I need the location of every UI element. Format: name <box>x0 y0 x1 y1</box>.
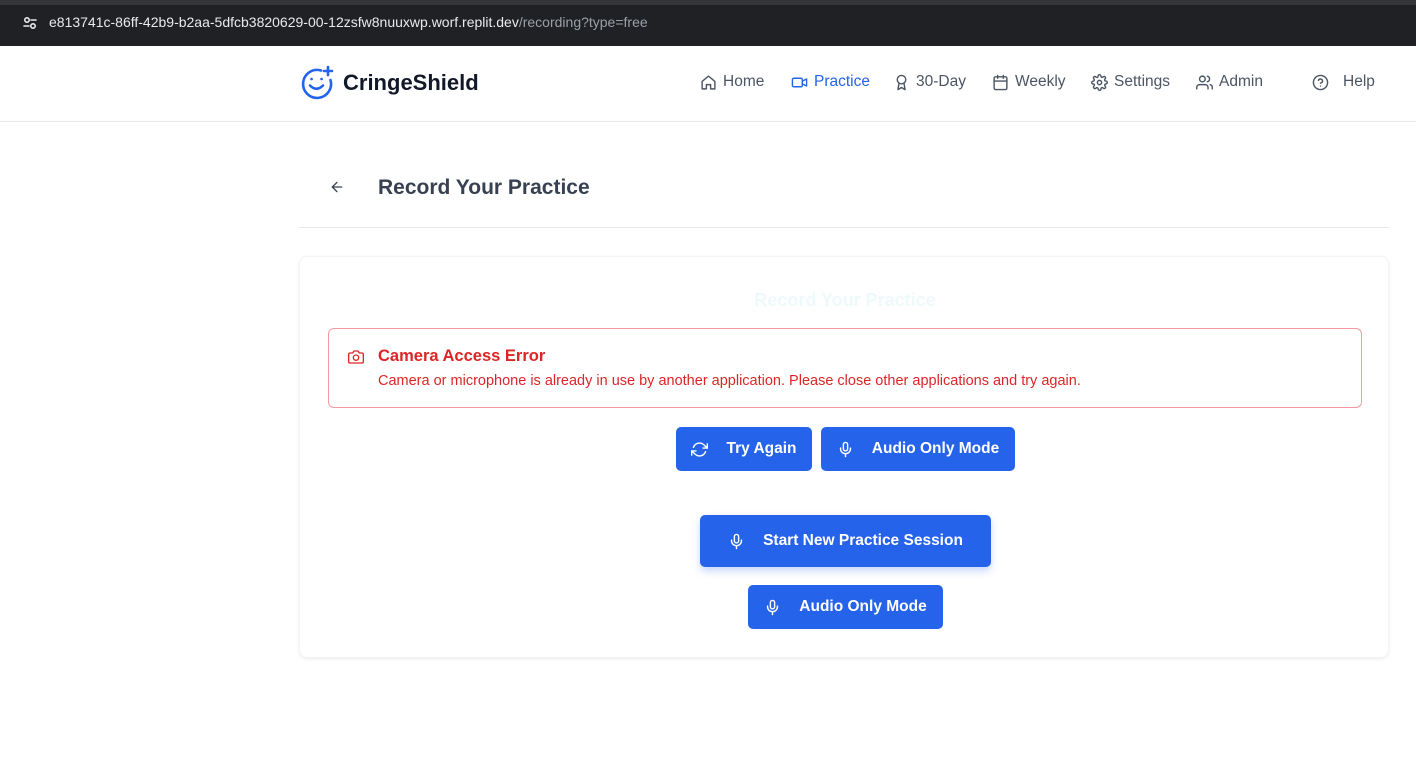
calendar-icon <box>993 74 1008 90</box>
start-session-label: Start New Practice Session <box>763 532 963 549</box>
page-title: Record Your Practice <box>378 176 590 199</box>
audio-only-mode-label: Audio Only Mode <box>871 440 1000 457</box>
arrow-left-icon <box>331 181 343 193</box>
nav-item-help[interactable]: Help <box>1312 73 1375 91</box>
camera-icon <box>348 349 364 365</box>
tune-icon[interactable] <box>20 13 40 33</box>
microphone-icon <box>728 533 745 550</box>
nav-item-label: Home <box>723 73 765 90</box>
url-text[interactable]: e813741c-86ff-42b9-b2aa-5dfcb3820629-00-… <box>49 14 648 30</box>
nav-item-label: Practice <box>814 73 870 90</box>
back-button[interactable] <box>329 179 349 199</box>
refresh-icon <box>691 441 709 458</box>
try-again-label: Try Again <box>726 440 797 457</box>
url-host: e813741c-86ff-42b9-b2aa-5dfcb3820629-00-… <box>49 14 519 30</box>
audio-only-mode-button[interactable]: Audio Only Mode <box>821 427 1015 471</box>
try-again-button[interactable]: Try Again <box>676 427 812 471</box>
card-faded-title: Record Your Practice <box>754 290 936 310</box>
camera-error-alert: Camera Access Error Camera or microphone… <box>328 328 1362 408</box>
nav-item-30-day[interactable]: 30-Day <box>893 73 966 91</box>
gear-icon <box>1091 73 1108 91</box>
main-nav: Home Practice 30-Day Weekly Settings Adm… <box>0 73 1416 97</box>
nav-item-label: Settings <box>1114 73 1171 90</box>
help-circle-icon <box>1312 74 1329 90</box>
nav-item-label: Admin <box>1219 73 1263 90</box>
award-icon <box>896 74 907 90</box>
nav-item-weekly[interactable]: Weekly <box>992 73 1066 91</box>
microphone-icon <box>837 441 854 458</box>
start-new-practice-session-button[interactable]: Start New Practice Session <box>700 515 991 567</box>
error-message: Camera or microphone is already in use b… <box>378 373 1081 389</box>
nav-item-home[interactable]: Home <box>700 73 764 91</box>
nav-item-settings[interactable]: Settings <box>1091 73 1170 91</box>
nav-item-label: 30-Day <box>916 73 966 90</box>
app-header: CringeShield Home Practice 30-Day Weekly… <box>0 46 1416 122</box>
nav-item-label: Weekly <box>1015 73 1066 90</box>
nav-item-practice[interactable]: Practice <box>791 73 870 91</box>
microphone-icon <box>764 599 781 616</box>
users-icon <box>1196 74 1213 90</box>
url-path: /recording?type=free <box>518 14 648 30</box>
audio-only-mode-button-secondary[interactable]: Audio Only Mode <box>748 585 943 629</box>
audio-only-mode-label: Audio Only Mode <box>799 598 927 615</box>
recording-card: Record Your Practice Camera Access Error… <box>299 256 1389 658</box>
home-icon <box>701 74 716 90</box>
nav-item-admin[interactable]: Admin <box>1196 73 1263 91</box>
browser-address-bar: e813741c-86ff-42b9-b2aa-5dfcb3820629-00-… <box>0 0 1416 46</box>
error-title: Camera Access Error <box>378 347 546 365</box>
video-icon <box>791 77 808 87</box>
nav-item-label: Help <box>1343 73 1375 90</box>
page-heading: Record Your Practice <box>299 160 1389 228</box>
